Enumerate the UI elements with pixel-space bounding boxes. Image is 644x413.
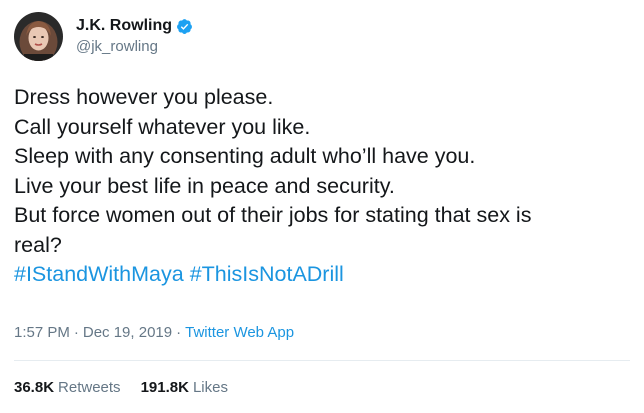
tweet-line: Live your best life in peace and securit… — [14, 173, 395, 198]
tweet-meta: 1:57 PM · Dec 19, 2019 · Twitter Web App — [14, 323, 294, 343]
hashtag-link[interactable]: #IStandWithMaya — [14, 262, 184, 286]
tweet-source-link[interactable]: Twitter Web App — [185, 324, 294, 341]
likes-label: Likes — [192, 379, 228, 396]
likes-stat[interactable]: 191.8K Likes — [141, 378, 228, 398]
retweets-label: Retweets — [58, 379, 121, 396]
tweet-line: But force women out of their jobs for st… — [14, 203, 532, 227]
divider — [14, 360, 630, 361]
tweet-time[interactable]: 1:57 PM — [14, 324, 70, 341]
avatar-image — [14, 11, 63, 61]
author-names: J.K. Rowling @jk_rowling — [76, 12, 193, 61]
hashtag-link[interactable]: #ThisIsNotADrill — [190, 262, 344, 286]
tweet-date[interactable]: Dec 19, 2019 — [83, 324, 172, 341]
tweet-card: J.K. Rowling @jk_rowling Dress however y… — [0, 0, 644, 413]
tweet-header: J.K. Rowling @jk_rowling — [14, 10, 193, 62]
author-handle[interactable]: @jk_rowling — [76, 37, 193, 57]
retweets-count: 36.8K — [14, 379, 55, 396]
avatar[interactable] — [14, 11, 63, 61]
likes-count: 191.8K — [140, 379, 189, 396]
hashtag-row: #IStandWithMaya #ThisIsNotADrill — [14, 260, 626, 290]
tweet-line: Call yourself whatever you like. — [14, 114, 311, 139]
tweet-line: Sleep with any consenting adult who’ll h… — [14, 144, 476, 168]
author-display-name[interactable]: J.K. Rowling — [76, 15, 172, 37]
meta-separator: · — [176, 324, 182, 341]
tweet-stats: 36.8K Retweets 191.8K Likes — [14, 378, 228, 398]
meta-separator: · — [73, 324, 79, 341]
retweets-stat[interactable]: 36.8K Retweets — [14, 378, 121, 398]
tweet-text: Dress however you please. Call yourself … — [14, 83, 626, 290]
name-row: J.K. Rowling — [76, 15, 193, 37]
verified-badge-icon — [176, 18, 193, 35]
tweet-line: real? — [14, 232, 62, 257]
tweet-line: Dress however you please. — [14, 85, 274, 109]
